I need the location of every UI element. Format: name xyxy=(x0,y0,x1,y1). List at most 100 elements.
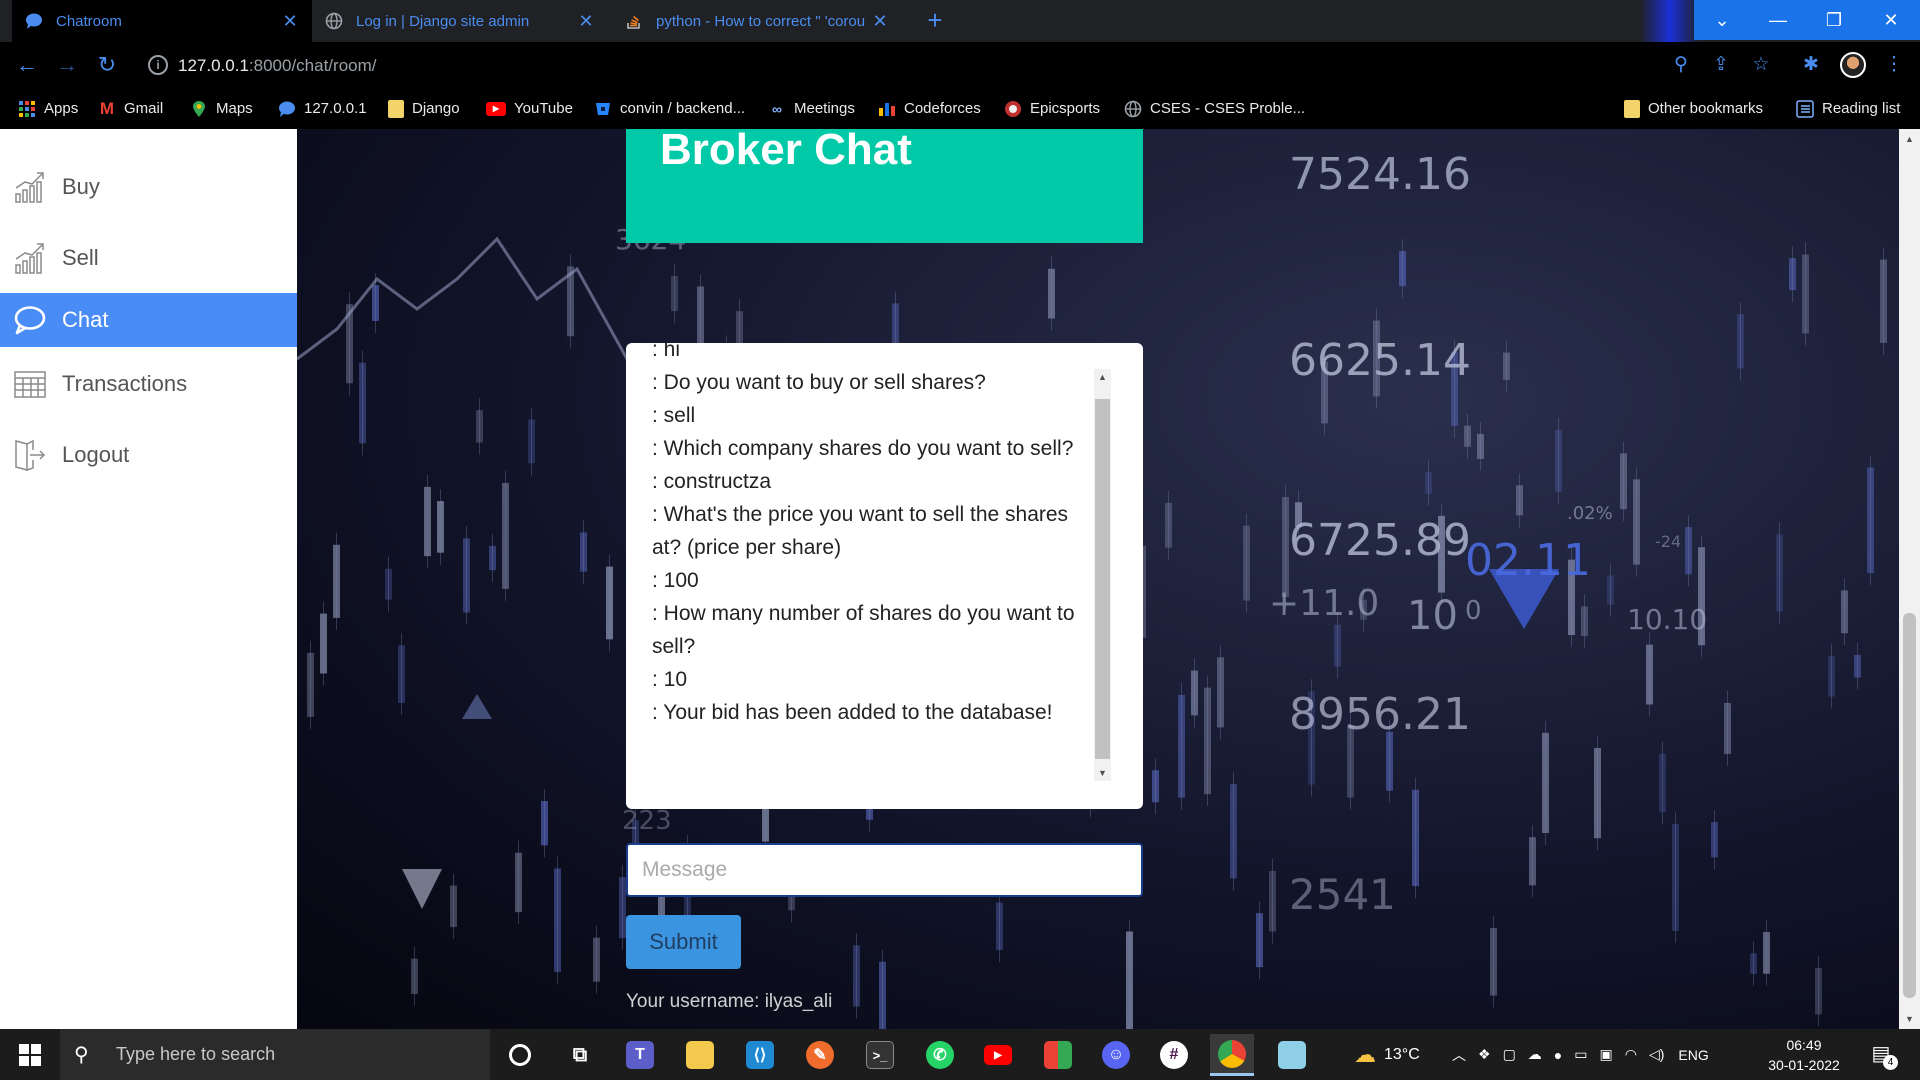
sidebar-item-label: Chat xyxy=(62,307,109,332)
chat-log-box[interactable]: : hi: Do you want to buy or sell shares?… xyxy=(626,343,1143,809)
sidebar-item-transactions[interactable]: Transactions xyxy=(0,357,297,411)
close-icon[interactable]: ✕ xyxy=(576,11,596,32)
cortana-button[interactable] xyxy=(498,1034,542,1076)
weather-widget[interactable]: ☁ 13°C xyxy=(1354,1029,1420,1080)
share-icon[interactable]: ⇪ xyxy=(1710,54,1732,76)
bookmark-label: convin / backend... xyxy=(620,100,746,117)
slack-app[interactable]: # xyxy=(1152,1034,1196,1076)
reading-list[interactable]: Reading list xyxy=(1796,88,1900,129)
chat-bubble-icon xyxy=(278,100,296,118)
close-icon[interactable]: ✕ xyxy=(870,11,890,32)
tab-chatroom[interactable]: Chatroom ✕ xyxy=(12,0,312,42)
terminal-app[interactable]: >_ xyxy=(858,1034,902,1076)
whatsapp-app[interactable]: ✆ xyxy=(918,1034,962,1076)
info-icon[interactable]: i xyxy=(148,55,168,75)
file-explorer-app[interactable] xyxy=(678,1034,722,1076)
onedrive-icon[interactable]: ☁ xyxy=(1528,1046,1542,1063)
back-button[interactable]: ← xyxy=(12,50,42,80)
tab-title: python - How to correct " 'corou xyxy=(656,12,866,30)
scroll-down-arrow[interactable]: ▼ xyxy=(1899,1009,1920,1029)
sidebar-item-chat[interactable]: Chat xyxy=(0,293,297,347)
bookmark-youtube[interactable]: ▶ YouTube xyxy=(486,88,573,129)
bookmark-bitbucket[interactable]: convin / backend... xyxy=(594,88,745,129)
bookmark-maps[interactable]: Maps xyxy=(190,88,253,129)
sidebar-item-label: Buy xyxy=(62,174,100,199)
chrome-app[interactable] xyxy=(1210,1034,1254,1076)
background-label: 7524.16 xyxy=(1289,149,1471,200)
chat-message: : sell xyxy=(652,404,696,427)
restore-button[interactable]: ❐ xyxy=(1806,0,1862,40)
sidebar-item-logout[interactable]: Logout xyxy=(0,428,297,482)
teams-app[interactable]: T xyxy=(618,1034,662,1076)
chevron-up-icon[interactable]: ︿ xyxy=(1452,1045,1466,1065)
scroll-up-arrow[interactable]: ▲ xyxy=(1899,129,1920,149)
screen-icon[interactable]: ▣ xyxy=(1600,1046,1613,1063)
scrollbar-thumb[interactable] xyxy=(1095,399,1110,759)
vscode-app[interactable]: ⟨⟩ xyxy=(738,1034,782,1076)
bookmark-gmail[interactable]: M Gmail xyxy=(98,88,163,129)
submit-button[interactable]: Submit xyxy=(626,915,741,969)
bookmark-epicsports[interactable]: Epicsports xyxy=(1004,88,1100,129)
close-window-button[interactable]: ✕ xyxy=(1862,0,1920,40)
bookmark-apps[interactable]: Apps xyxy=(18,88,78,129)
web-page: Buy Sell Chat Transactions Logout 7524.1… xyxy=(0,129,1920,1029)
menu-icon[interactable]: ⋮ xyxy=(1883,54,1905,76)
microphone-icon[interactable]: ● xyxy=(1554,1047,1562,1063)
bookmark-django-folder[interactable]: Django xyxy=(388,88,460,129)
sidebar-item-buy[interactable]: Buy xyxy=(0,160,297,214)
youtube-app[interactable]: ▶ xyxy=(976,1034,1020,1076)
close-icon[interactable]: ✕ xyxy=(280,11,300,32)
task-view-button[interactable]: ⧉ xyxy=(558,1034,602,1076)
other-bookmarks[interactable]: Other bookmarks xyxy=(1624,88,1763,129)
url-text[interactable]: 127.0.0.1:8000/chat/room/ xyxy=(178,56,376,76)
volume-icon[interactable]: ◁) xyxy=(1649,1046,1664,1063)
zoom-icon[interactable]: ⚲ xyxy=(1670,54,1692,76)
bookmark-localhost[interactable]: 127.0.0.1 xyxy=(278,88,367,129)
chat-message: : How many number of shares do you want … xyxy=(652,602,1075,658)
new-tab-button[interactable]: + xyxy=(920,6,950,36)
arrow-left-icon: ← xyxy=(16,52,38,77)
discord-app[interactable]: ☺ xyxy=(1094,1034,1138,1076)
meet-icon[interactable]: ▢ xyxy=(1503,1046,1516,1063)
scroll-up-arrow[interactable]: ▲ xyxy=(1094,369,1111,385)
forward-button[interactable]: → xyxy=(52,50,82,80)
bookmark-label: CSES - CSES Proble... xyxy=(1150,100,1306,117)
tab-django-admin[interactable]: Log in | Django site admin ✕ xyxy=(312,0,608,42)
office-app[interactable] xyxy=(1036,1034,1080,1076)
bookmark-cses[interactable]: CSES - CSES Proble... xyxy=(1124,88,1305,129)
bookmark-meetings[interactable]: ∞ Meetings xyxy=(768,88,855,129)
notepad-app[interactable] xyxy=(1270,1034,1314,1076)
system-clock[interactable]: 06:49 30-01-2022 xyxy=(1762,1035,1846,1075)
address-bar[interactable]: i 127.0.0.1:8000/chat/room/ xyxy=(138,48,1683,82)
minimize-button[interactable]: — xyxy=(1750,0,1806,40)
notifications-button[interactable]: ▤ 4 xyxy=(1866,1041,1898,1071)
meetings-icon: ∞ xyxy=(772,100,782,117)
page-scrollbar[interactable]: ▲ ▼ xyxy=(1899,129,1920,1029)
chat-log[interactable]: : hi: Do you want to buy or sell shares?… xyxy=(652,343,1102,763)
message-input[interactable] xyxy=(626,843,1143,897)
postman-app[interactable]: ✎ xyxy=(798,1034,842,1076)
taskbar-search[interactable]: ⚲ Type here to search xyxy=(60,1029,490,1080)
bookmark-codeforces[interactable]: Codeforces xyxy=(878,88,981,129)
vscode-icon: ⟨⟩ xyxy=(746,1041,774,1069)
extensions-icon[interactable]: ✱ xyxy=(1800,54,1822,76)
language-indicator[interactable]: ENG xyxy=(1678,1047,1708,1063)
scrollbar-thumb[interactable] xyxy=(1903,613,1916,998)
scroll-down-arrow[interactable]: ▼ xyxy=(1094,765,1111,781)
wifi-icon[interactable]: ◠ xyxy=(1625,1046,1637,1063)
tab-search-button[interactable]: ⌄ xyxy=(1694,0,1750,40)
sidebar-item-sell[interactable]: Sell xyxy=(0,231,297,285)
system-tray[interactable]: ︿ ❖ ▢ ☁ ● ▭ ▣ ◠ ◁) ENG xyxy=(1452,1029,1709,1080)
dropbox-icon[interactable]: ❖ xyxy=(1478,1046,1491,1063)
table-icon xyxy=(12,366,48,402)
tab-stackoverflow[interactable]: python - How to correct " 'corou ✕ xyxy=(612,0,902,42)
battery-icon[interactable]: ▭ xyxy=(1574,1046,1587,1063)
background-label: 10.10 xyxy=(1627,603,1707,636)
start-button[interactable] xyxy=(0,1029,60,1080)
chat-scrollbar[interactable]: ▲ ▼ xyxy=(1094,369,1111,781)
browser-toolbar: ← → ↻ i 127.0.0.1:8000/chat/room/ ⚲ ⇪ ☆ … xyxy=(0,42,1920,88)
profile-avatar[interactable] xyxy=(1840,52,1866,78)
background-label: 6725.89 xyxy=(1289,515,1471,566)
bookmark-star-icon[interactable]: ☆ xyxy=(1750,54,1772,76)
reload-button[interactable]: ↻ xyxy=(92,50,122,80)
